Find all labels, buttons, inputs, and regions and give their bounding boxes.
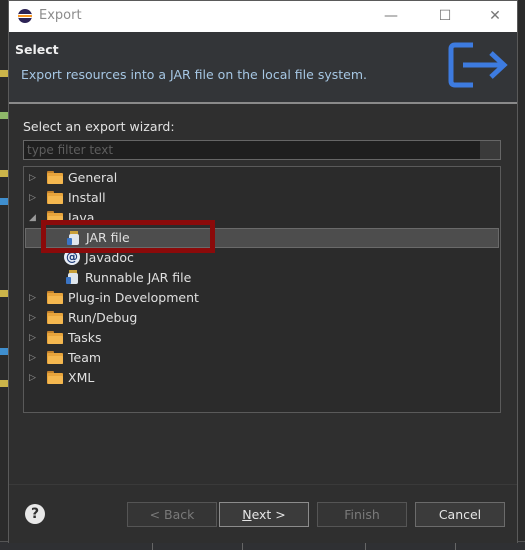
tree-item-team[interactable]: ▷ Team xyxy=(25,348,499,368)
filter-clear-button[interactable] xyxy=(480,141,500,159)
next-button[interactable]: Next > xyxy=(219,502,309,527)
expand-arrow-icon[interactable]: ▷ xyxy=(29,192,39,204)
help-icon[interactable]: ? xyxy=(25,504,45,524)
tree-item-label: Runnable JAR file xyxy=(85,270,192,285)
expand-arrow-icon[interactable]: ▷ xyxy=(29,352,39,364)
background-editor-strip xyxy=(0,0,8,550)
folder-icon xyxy=(47,171,63,184)
export-dialog: Export — ☐ ✕ Select Export resources int… xyxy=(8,0,518,543)
back-button[interactable]: < Back xyxy=(127,502,217,527)
annotation-highlight-box xyxy=(41,220,215,253)
window-title: Export xyxy=(39,8,82,23)
tree-item-label: Install xyxy=(68,190,106,205)
tree-item-label: Run/Debug xyxy=(68,310,138,325)
jar-icon xyxy=(66,270,80,285)
cancel-button[interactable]: Cancel xyxy=(415,502,505,527)
tree-item-runnable-jar-file[interactable]: Runnable JAR file xyxy=(25,268,499,288)
tree-item-plugin-development[interactable]: ▷ Plug-in Development xyxy=(25,288,499,308)
tree-item-install[interactable]: ▷ Install xyxy=(25,188,499,208)
wizard-tree[interactable]: ▷ General ▷ Install ◢ Java JAR file @ Ja… xyxy=(23,166,501,413)
tree-item-tasks[interactable]: ▷ Tasks xyxy=(25,328,499,348)
tree-item-label: Team xyxy=(68,350,102,365)
folder-icon xyxy=(47,311,63,324)
background-right-strip xyxy=(517,0,525,550)
minimize-button[interactable]: — xyxy=(369,4,413,28)
tree-item-label: General xyxy=(68,170,118,185)
export-icon xyxy=(448,42,508,88)
tree-item-general[interactable]: ▷ General xyxy=(25,168,499,188)
eclipse-icon xyxy=(18,9,32,23)
dialog-footer: ? < Back Next > Finish Cancel xyxy=(9,484,517,543)
folder-icon xyxy=(47,331,63,344)
expand-arrow-icon[interactable]: ▷ xyxy=(29,172,39,184)
page-title: Select xyxy=(15,42,59,57)
finish-button[interactable]: Finish xyxy=(317,502,407,527)
header-separator xyxy=(9,102,517,104)
wizard-header: Select Export resources into a JAR file … xyxy=(9,32,517,102)
tree-item-label: Plug-in Development xyxy=(68,290,199,305)
wizard-list-label: Select an export wizard: xyxy=(23,119,175,134)
next-mnemonic: N xyxy=(242,507,252,522)
tree-item-label: XML xyxy=(68,370,95,385)
page-description: Export resources into a JAR file on the … xyxy=(21,67,367,82)
folder-icon xyxy=(47,291,63,304)
tree-item-run-debug[interactable]: ▷ Run/Debug xyxy=(25,308,499,328)
folder-icon xyxy=(47,351,63,364)
collapse-arrow-icon[interactable]: ◢ xyxy=(29,212,39,224)
folder-icon xyxy=(47,371,63,384)
title-bar: Export — ☐ ✕ xyxy=(9,1,517,32)
expand-arrow-icon[interactable]: ▷ xyxy=(29,292,39,304)
tree-item-xml[interactable]: ▷ XML xyxy=(25,368,499,388)
filter-input[interactable] xyxy=(23,140,501,160)
tree-item-label: Tasks xyxy=(68,330,102,345)
maximize-button[interactable]: ☐ xyxy=(423,4,467,28)
expand-arrow-icon[interactable]: ▷ xyxy=(29,332,39,344)
expand-arrow-icon[interactable]: ▷ xyxy=(29,372,39,384)
next-label: ext > xyxy=(251,507,286,522)
folder-icon xyxy=(47,191,63,204)
expand-arrow-icon[interactable]: ▷ xyxy=(29,312,39,324)
close-button[interactable]: ✕ xyxy=(473,4,517,28)
